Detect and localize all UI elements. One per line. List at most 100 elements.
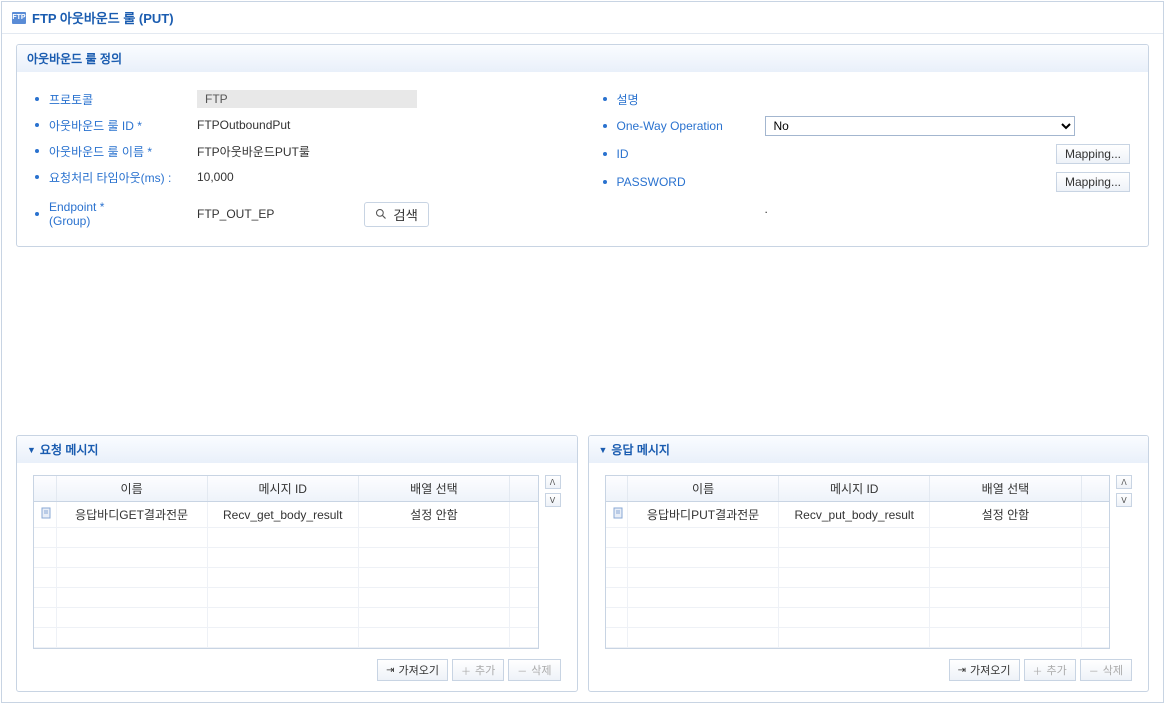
- bullet-icon: [603, 97, 607, 101]
- table-row-empty: [34, 628, 538, 648]
- table-row-empty: [606, 588, 1110, 608]
- table-row-empty: [606, 528, 1110, 548]
- response-row-spacer: [1081, 502, 1109, 528]
- table-row[interactable]: 응답바디PUT결과전문 Recv_put_body_result 설정 안함: [606, 502, 1110, 528]
- mapping-label: Mapping...: [1065, 147, 1121, 161]
- chevron-up-icon: ᐱ: [1121, 478, 1126, 487]
- response-table: 이름 메시지 ID 배열 선택: [606, 476, 1110, 648]
- endpoint-value: FTP_OUT_EP: [197, 207, 274, 221]
- request-col-name: 이름: [56, 476, 207, 502]
- bullet-icon: [603, 152, 607, 156]
- bullet-icon: [35, 123, 39, 127]
- import-label: 가져오기: [970, 662, 1010, 678]
- field-endpoint: Endpoint * (Group) FTP_OUT_EP 검색: [35, 196, 563, 232]
- message-panels: ▼ 요청 메시지 이름 메시지 ID: [16, 435, 1149, 692]
- oneway-label: One-Way Operation: [617, 119, 765, 133]
- definition-title: 아웃바운드 룰 정의: [27, 50, 122, 67]
- table-row-empty: [606, 548, 1110, 568]
- request-delete-button[interactable]: － 삭제: [508, 659, 560, 681]
- request-reorder: ᐱ ᐯ: [545, 475, 561, 507]
- chevron-down-icon: ▼: [27, 445, 36, 455]
- request-title: 요청 메시지: [40, 441, 99, 458]
- rule-id-label: 아웃바운드 룰 ID *: [49, 117, 197, 134]
- id-label: ID: [617, 147, 765, 161]
- chevron-down-icon: ᐯ: [550, 496, 555, 505]
- request-table: 이름 메시지 ID 배열 선택: [34, 476, 538, 648]
- request-add-button[interactable]: ＋ 추가: [452, 659, 504, 681]
- definition-header: 아웃바운드 룰 정의: [17, 45, 1148, 72]
- response-title: 응답 메시지: [611, 441, 670, 458]
- response-col-spacer: [1081, 476, 1109, 502]
- chevron-up-icon: ᐱ: [550, 478, 555, 487]
- move-down-button[interactable]: ᐯ: [1116, 493, 1132, 507]
- definition-right-col: 설명 One-Way Operation No ID Mapping...: [603, 86, 1131, 232]
- add-label: 추가: [1047, 662, 1067, 678]
- response-header-row: 이름 메시지 ID 배열 선택: [606, 476, 1110, 502]
- search-icon: [375, 208, 387, 220]
- row-icon-cell: [34, 502, 56, 528]
- mapping-label: Mapping...: [1065, 175, 1121, 189]
- bullet-icon: [35, 175, 39, 179]
- plus-icon: ＋: [461, 663, 471, 678]
- bullet-icon: [35, 212, 39, 216]
- table-row-empty: [606, 568, 1110, 588]
- response-delete-button[interactable]: － 삭제: [1080, 659, 1132, 681]
- request-body: 이름 메시지 ID 배열 선택: [17, 463, 577, 691]
- response-import-button[interactable]: ⇥ 가져오기: [949, 659, 1020, 681]
- response-header[interactable]: ▼ 응답 메시지: [589, 436, 1149, 463]
- definition-left-col: 프로토콜 FTP 아웃바운드 룰 ID * FTPOutboundPut 아웃바…: [35, 86, 563, 232]
- ftp-icon: FTP: [12, 12, 26, 24]
- request-row-msgid: Recv_get_body_result: [207, 502, 358, 528]
- delete-label: 삭제: [531, 662, 551, 678]
- import-icon: ⇥: [386, 665, 394, 676]
- move-down-button[interactable]: ᐯ: [545, 493, 561, 507]
- definition-panel: 아웃바운드 룰 정의 프로토콜 FTP 아웃바운드 룰 ID * FTPOutb…: [16, 44, 1149, 247]
- table-row-empty: [606, 628, 1110, 648]
- password-dot-row: .: [603, 196, 1131, 222]
- oneway-select[interactable]: No: [765, 116, 1075, 136]
- id-mapping-button[interactable]: Mapping...: [1056, 144, 1130, 164]
- response-add-button[interactable]: ＋ 추가: [1024, 659, 1076, 681]
- move-up-button[interactable]: ᐱ: [545, 475, 561, 489]
- endpoint-label-line2: (Group): [49, 214, 90, 228]
- table-row-empty: [34, 588, 538, 608]
- add-label: 추가: [475, 662, 495, 678]
- table-row-empty: [34, 548, 538, 568]
- protocol-value: FTP: [197, 90, 417, 108]
- table-row-empty: [34, 528, 538, 548]
- request-import-button[interactable]: ⇥ 가져오기: [377, 659, 448, 681]
- request-header[interactable]: ▼ 요청 메시지: [17, 436, 577, 463]
- response-col-msgid: 메시지 ID: [779, 476, 930, 502]
- move-up-button[interactable]: ᐱ: [1116, 475, 1132, 489]
- request-row-name: 응답바디GET결과전문: [56, 502, 207, 528]
- request-row-spacer: [510, 502, 538, 528]
- field-rule-id: 아웃바운드 룰 ID * FTPOutboundPut: [35, 112, 563, 138]
- rule-name-value: FTP아웃바운드PUT룰: [197, 143, 310, 160]
- request-row-array: 설정 안함: [358, 502, 509, 528]
- chevron-down-icon: ᐯ: [1121, 496, 1126, 505]
- request-col-array: 배열 선택: [358, 476, 509, 502]
- content: 아웃바운드 룰 정의 프로토콜 FTP 아웃바운드 룰 ID * FTPOutb…: [2, 34, 1163, 702]
- description-label: 설명: [617, 91, 765, 108]
- request-buttons: ⇥ 가져오기 ＋ 추가 － 삭제: [33, 659, 561, 681]
- password-mapping-button[interactable]: Mapping...: [1056, 172, 1130, 192]
- spacer: [16, 247, 1149, 425]
- delete-label: 삭제: [1103, 662, 1123, 678]
- request-col-msgid: 메시지 ID: [207, 476, 358, 502]
- response-reorder: ᐱ ᐯ: [1116, 475, 1132, 507]
- minus-icon: －: [517, 663, 527, 678]
- table-row[interactable]: 응답바디GET결과전문 Recv_get_body_result 설정 안함: [34, 502, 538, 528]
- bullet-icon: [35, 149, 39, 153]
- request-col-spacer: [510, 476, 538, 502]
- timeout-value: 10,000: [197, 170, 234, 184]
- endpoint-label-line1: Endpoint *: [49, 200, 104, 214]
- endpoint-search-button[interactable]: 검색: [364, 202, 429, 227]
- document-icon: [612, 507, 624, 519]
- field-rule-name: 아웃바운드 룰 이름 * FTP아웃바운드PUT룰: [35, 138, 563, 164]
- response-col-name: 이름: [628, 476, 779, 502]
- page-title: FTP 아웃바운드 룰 (PUT): [32, 8, 174, 27]
- response-grid-area: 이름 메시지 ID 배열 선택: [605, 475, 1133, 649]
- field-protocol: 프로토콜 FTP: [35, 86, 563, 112]
- response-body: 이름 메시지 ID 배열 선택: [589, 463, 1149, 691]
- field-id: ID Mapping...: [603, 140, 1131, 168]
